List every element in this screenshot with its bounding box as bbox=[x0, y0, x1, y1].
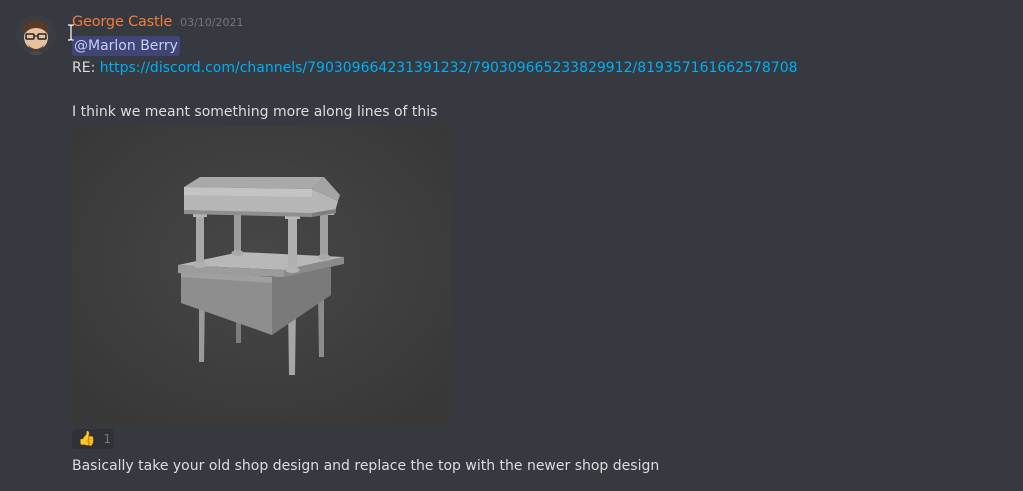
followup-message: Basically take your old shop design and … bbox=[72, 458, 660, 474]
username[interactable]: George Castle bbox=[72, 14, 172, 30]
reaction-count: 1 bbox=[103, 432, 112, 446]
reaction-thumbs-up[interactable]: 👍 1 bbox=[72, 429, 114, 449]
user-mention[interactable]: @Marlon Berry bbox=[72, 36, 180, 56]
avatar-image bbox=[16, 15, 56, 55]
thumbs-up-icon: 👍 bbox=[78, 431, 96, 447]
timestamp[interactable]: 03/10/2021 bbox=[180, 16, 243, 29]
message-body: I think we meant something more along li… bbox=[72, 104, 438, 120]
shop-stall-render-image bbox=[72, 125, 451, 425]
chat-message: George Castle 03/10/2021 @Marlon Berry R… bbox=[0, 0, 1023, 491]
reference-line: RE: https://discord.com/channels/7903096… bbox=[72, 58, 798, 78]
message-link[interactable]: https://discord.com/channels/79030966423… bbox=[100, 60, 798, 76]
re-prefix: RE: bbox=[72, 60, 100, 76]
image-attachment[interactable] bbox=[72, 125, 451, 425]
message-header: George Castle 03/10/2021 bbox=[72, 14, 243, 34]
user-avatar[interactable] bbox=[16, 15, 56, 55]
